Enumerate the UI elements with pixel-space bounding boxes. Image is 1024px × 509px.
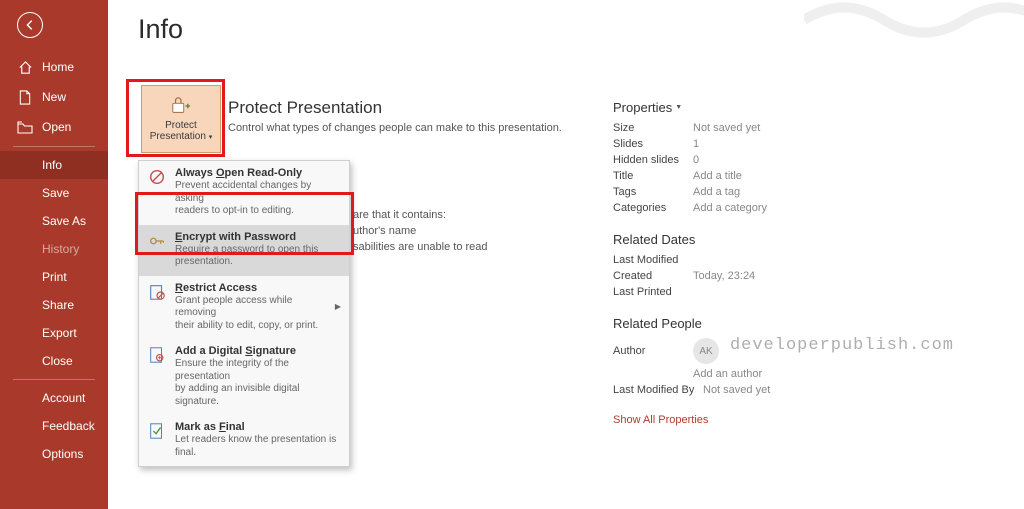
related-dates-header: Related Dates (613, 232, 913, 247)
sidebar-label: Save (42, 186, 69, 200)
show-all-properties-link[interactable]: Show All Properties (613, 414, 708, 426)
menu-item-title: Restrict Access (175, 282, 327, 294)
final-icon (147, 421, 167, 459)
property-row: SizeNot saved yet (613, 122, 913, 134)
sidebar-label: Home (42, 60, 74, 74)
sidebar-label: Feedback (42, 419, 95, 433)
protect-presentation-button[interactable]: Protect Presentation ▾ (141, 85, 221, 153)
chevron-right-icon: ▶ (335, 302, 341, 311)
avatar: AK (693, 338, 719, 364)
menu-item-title: Always Open Read-Only (175, 167, 341, 179)
sidebar-item-open[interactable]: Open (0, 112, 108, 142)
properties-panel: Properties▼ SizeNot saved yet Slides1 Hi… (613, 100, 913, 428)
menu-item-desc: Require a password to open thispresentat… (175, 244, 341, 269)
property-row: CategoriesAdd a category (613, 202, 913, 214)
property-row: TitleAdd a title (613, 170, 913, 182)
sidebar-item-account[interactable]: Account (0, 384, 108, 412)
caret-down-icon: ▼ (675, 104, 682, 111)
property-row: CreatedToday, 23:24 (613, 270, 913, 282)
sidebar-label: History (42, 242, 79, 256)
partially-hidden-text: are that it contains: uthor's name sabil… (353, 208, 488, 256)
restrict-icon (147, 282, 167, 333)
watermark-text: developerpublish.com (730, 336, 954, 355)
menu-item-title: Mark as Final (175, 421, 341, 433)
menu-item-final[interactable]: Mark as Final Let readers know the prese… (139, 415, 349, 466)
protect-dropdown-menu: Always Open Read-Only Prevent accidental… (138, 160, 350, 467)
protect-section: Protect Presentation Control what types … (228, 98, 562, 134)
menu-item-desc: Prevent accidental changes by askingread… (175, 180, 341, 218)
protect-desc: Control what types of changes people can… (228, 122, 562, 134)
sidebar-item-close[interactable]: Close (0, 347, 108, 375)
protect-button-label: Protect Presentation ▾ (150, 120, 212, 143)
sidebar-item-feedback[interactable]: Feedback (0, 412, 108, 440)
sidebar-label: Save As (42, 214, 86, 228)
readonly-icon (147, 167, 167, 218)
menu-item-readonly[interactable]: Always Open Read-Only Prevent accidental… (139, 161, 349, 225)
key-icon (147, 231, 167, 269)
sidebar-item-print[interactable]: Print (0, 263, 108, 291)
menu-item-title: Encrypt with Password (175, 231, 341, 243)
menu-item-title: Add a Digital Signature (175, 345, 341, 357)
sidebar-label: Account (42, 391, 85, 405)
menu-item-desc: Let readers know the presentation isfina… (175, 434, 341, 459)
sidebar-item-export[interactable]: Export (0, 319, 108, 347)
sidebar-label: Print (42, 270, 67, 284)
property-row: TagsAdd a tag (613, 186, 913, 198)
property-row: Hidden slides0 (613, 154, 913, 166)
properties-header[interactable]: Properties▼ (613, 100, 913, 115)
sidebar-item-saveas[interactable]: Save As (0, 207, 108, 235)
menu-item-desc: Ensure the integrity of the presentation… (175, 358, 341, 408)
new-icon (17, 89, 33, 105)
menu-item-restrict[interactable]: Restrict Access Grant people access whil… (139, 276, 349, 340)
sidebar-separator (13, 379, 95, 380)
signature-icon (147, 345, 167, 408)
sidebar-item-share[interactable]: Share (0, 291, 108, 319)
sidebar-item-home[interactable]: Home (0, 52, 108, 82)
sidebar-label: New (42, 90, 66, 104)
shield-lock-icon (170, 96, 192, 116)
menu-item-signature[interactable]: Add a Digital Signature Ensure the integ… (139, 339, 349, 415)
sidebar-item-options[interactable]: Options (0, 440, 108, 468)
backstage-sidebar: Home New Open Info Save Save As History … (0, 0, 108, 509)
add-author-row: Add an author (613, 368, 913, 380)
back-arrow-icon (23, 18, 37, 32)
menu-item-desc: Grant people access while removingtheir … (175, 295, 327, 333)
home-icon (17, 59, 33, 75)
property-row: Last Modified (613, 254, 913, 266)
sidebar-label: Export (42, 326, 77, 340)
menu-item-encrypt[interactable]: Encrypt with Password Require a password… (139, 225, 349, 276)
related-people-header: Related People (613, 316, 913, 331)
modified-by-row: Last Modified ByNot saved yet (613, 384, 913, 396)
sidebar-separator (13, 146, 95, 147)
sidebar-label: Close (42, 354, 73, 368)
sidebar-label: Info (42, 158, 62, 172)
sidebar-item-save[interactable]: Save (0, 179, 108, 207)
property-row: Slides1 (613, 138, 913, 150)
sidebar-item-history: History (0, 235, 108, 263)
back-button[interactable] (17, 12, 43, 38)
sidebar-item-info[interactable]: Info (0, 151, 108, 179)
open-icon (17, 119, 33, 135)
sidebar-item-new[interactable]: New (0, 82, 108, 112)
sidebar-label: Options (42, 447, 83, 461)
sidebar-label: Share (42, 298, 74, 312)
property-row: Last Printed (613, 286, 913, 298)
page-title: Info (138, 14, 998, 45)
sidebar-label: Open (42, 120, 71, 134)
protect-heading: Protect Presentation (228, 98, 562, 118)
